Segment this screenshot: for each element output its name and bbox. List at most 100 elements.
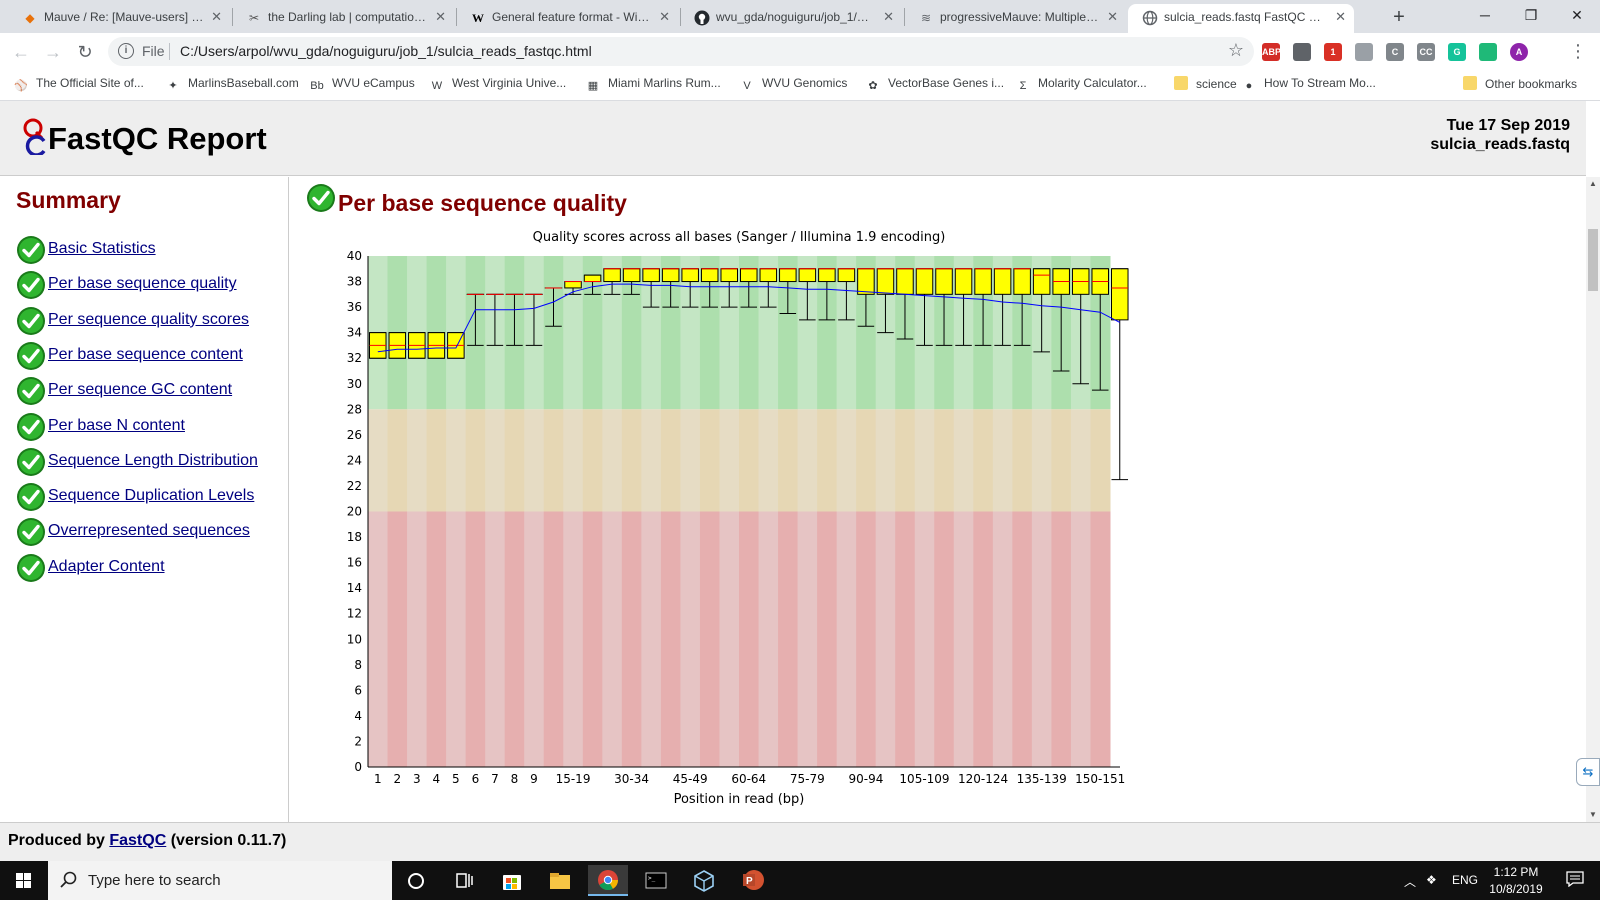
info-icon[interactable]: i: [118, 43, 134, 59]
close-icon[interactable]: ✕: [211, 4, 222, 30]
new-tab-button[interactable]: +: [1385, 4, 1413, 32]
quality-zone-poor: [446, 511, 467, 767]
reload-icon[interactable]: ↻: [72, 39, 98, 65]
back-arrow-icon[interactable]: ←: [8, 39, 34, 65]
pass-check-icon: [17, 412, 45, 441]
bookmark-item[interactable]: Σ Molarity Calculator...: [1016, 76, 1147, 93]
summary-link[interactable]: Overrepresented sequences: [48, 522, 250, 540]
y-tick-label: 40: [347, 249, 362, 263]
bookmark-item[interactable]: W West Virginia Unive...: [430, 76, 566, 93]
menu-kebab-icon[interactable]: ⋮: [1569, 41, 1587, 62]
scroll-down-arrow-icon[interactable]: ▼: [1586, 808, 1600, 822]
summary-link[interactable]: Per sequence quality scores: [48, 311, 249, 329]
clock-time[interactable]: 1:12 PM: [1486, 865, 1546, 879]
module-panel: Per base sequence quality Quality scores…: [290, 177, 1570, 822]
summary-link[interactable]: Sequence Duplication Levels: [48, 487, 254, 505]
quality-zone-poor: [1031, 511, 1052, 767]
x-tick-label: 105-109: [899, 772, 949, 786]
scroll-up-arrow-icon[interactable]: ▲: [1586, 177, 1600, 191]
address-bar[interactable]: i File C:/Users/arpol/wvu_gda/noguiguru/…: [108, 37, 1254, 66]
close-icon[interactable]: ✕: [659, 4, 670, 30]
summary-link[interactable]: Per sequence GC content: [48, 381, 232, 399]
close-icon[interactable]: ✕: [1107, 4, 1118, 30]
adblock-plus-icon[interactable]: ABP: [1262, 43, 1281, 61]
virtualbox-icon[interactable]: [684, 865, 724, 896]
wvu-genomics-bookmark-icon: V: [743, 80, 751, 92]
action-center-icon[interactable]: [1566, 871, 1584, 887]
powerpoint-icon[interactable]: P: [732, 865, 772, 896]
bookmark-item[interactable]: ✦ MarlinsBaseball.com: [166, 76, 298, 93]
restore-icon[interactable]: ❐: [1508, 0, 1554, 30]
extension-grey-icon[interactable]: [1355, 43, 1373, 61]
cortana-icon[interactable]: [396, 865, 436, 896]
terminal-icon[interactable]: >_: [636, 865, 676, 896]
bookmark-item[interactable]: V WVU Genomics: [740, 76, 847, 93]
extension-green-icon[interactable]: [1479, 43, 1497, 61]
quality-zone-poor: [934, 511, 955, 767]
quartile-box: [603, 268, 621, 283]
start-button[interactable]: [0, 861, 48, 900]
bookmark-item[interactable]: ● How To Stream Mo...: [1242, 76, 1376, 93]
profile-avatar-icon[interactable]: A: [1510, 43, 1528, 61]
page-scrollbar[interactable]: ▲ ▼: [1586, 177, 1600, 822]
summary-link[interactable]: Adapter Content: [48, 558, 165, 576]
file-explorer-icon[interactable]: [540, 865, 580, 896]
search-input[interactable]: Type here to search: [88, 872, 221, 889]
quality-zone-poor: [895, 511, 916, 767]
chart-title: Quality scores across all bases (Sanger …: [533, 230, 946, 245]
teamviewer-widget-icon[interactable]: ⇆: [1576, 758, 1600, 786]
fastqc-link[interactable]: FastQC: [109, 832, 166, 849]
close-icon[interactable]: ✕: [883, 4, 894, 30]
summary-link[interactable]: Per base sequence quality: [48, 275, 237, 293]
close-icon[interactable]: ✕: [1335, 4, 1346, 30]
chrome-icon[interactable]: [588, 865, 628, 896]
browser-tab[interactable]: ◆ Mauve / Re: [Mauve-users] Mau ✕: [8, 4, 230, 33]
bookmark-label: Molarity Calculator...: [1038, 76, 1147, 90]
quality-zone-poor: [914, 511, 935, 767]
browser-tab[interactable]: ≋ progressiveMauve: Multiple Ge ✕: [904, 4, 1126, 33]
quality-zone-reasonable: [485, 409, 506, 512]
bookmark-item[interactable]: science: [1174, 76, 1237, 91]
quality-zone-poor: [407, 511, 428, 767]
summary-link[interactable]: Sequence Length Distribution: [48, 452, 258, 470]
bookmark-item[interactable]: Bb WVU eCampus: [310, 76, 414, 93]
quality-zone-reasonable: [895, 409, 916, 512]
bookmark-item[interactable]: ✿ VectorBase Genes i...: [866, 76, 1004, 93]
y-tick-label: 20: [347, 505, 362, 519]
store-icon[interactable]: [492, 865, 532, 896]
extension-c2-icon[interactable]: C: [1386, 43, 1404, 61]
footer-version: (version 0.11.7): [170, 832, 287, 849]
y-tick-label: 34: [347, 326, 362, 340]
scrollbar-thumb[interactable]: [1588, 229, 1598, 291]
task-view-icon[interactable]: [444, 865, 484, 896]
dropbox-icon[interactable]: ❖: [1426, 873, 1437, 887]
close-icon[interactable]: ✕: [435, 4, 446, 30]
bookmark-item[interactable]: ▦ Miami Marlins Rum...: [586, 76, 721, 93]
extension-c-icon[interactable]: [1293, 43, 1311, 61]
url-input[interactable]: C:/Users/arpol/wvu_gda/noguiguru/job_1/s…: [180, 43, 592, 59]
bookmark-item[interactable]: Other bookmarks: [1463, 76, 1577, 91]
minimize-icon[interactable]: ─: [1462, 0, 1508, 30]
forward-arrow-icon[interactable]: →: [40, 39, 66, 65]
browser-tab[interactable]: wvu_gda/noguiguru/job_1/Sulc ✕: [680, 4, 902, 33]
summary-link[interactable]: Per base sequence content: [48, 346, 243, 364]
search-icon: [60, 871, 77, 888]
closed-caption-icon[interactable]: CC: [1417, 43, 1435, 61]
browser-tab-active[interactable]: sulcia_reads.fastq FastQC Repo ✕: [1128, 4, 1354, 33]
browser-tab[interactable]: W General feature format - Wikipe ✕: [456, 4, 678, 33]
todo-extension-icon[interactable]: 1: [1324, 43, 1342, 61]
browser-toolbar: ← → ↻ i File C:/Users/arpol/wvu_gda/nogu…: [0, 33, 1600, 70]
bookmark-item[interactable]: ⚾ The Official Site of...: [14, 76, 144, 93]
summary-link[interactable]: Basic Statistics: [48, 240, 156, 258]
x-tick-label: 1: [374, 772, 382, 786]
quality-zone-poor: [1090, 511, 1111, 767]
browser-tab[interactable]: ✂ the Darling lab | computational ✕: [232, 4, 454, 33]
window-close-icon[interactable]: ✕: [1554, 0, 1600, 30]
input-language[interactable]: ENG: [1452, 873, 1478, 887]
clock-date[interactable]: 10/8/2019: [1486, 882, 1546, 896]
bookmark-star-icon[interactable]: ☆: [1228, 40, 1244, 61]
taskbar-search[interactable]: Type here to search: [48, 861, 392, 900]
summary-link[interactable]: Per base N content: [48, 417, 185, 435]
show-hidden-icons-icon[interactable]: ︿: [1404, 873, 1416, 890]
grammarly-icon[interactable]: G: [1448, 43, 1466, 61]
